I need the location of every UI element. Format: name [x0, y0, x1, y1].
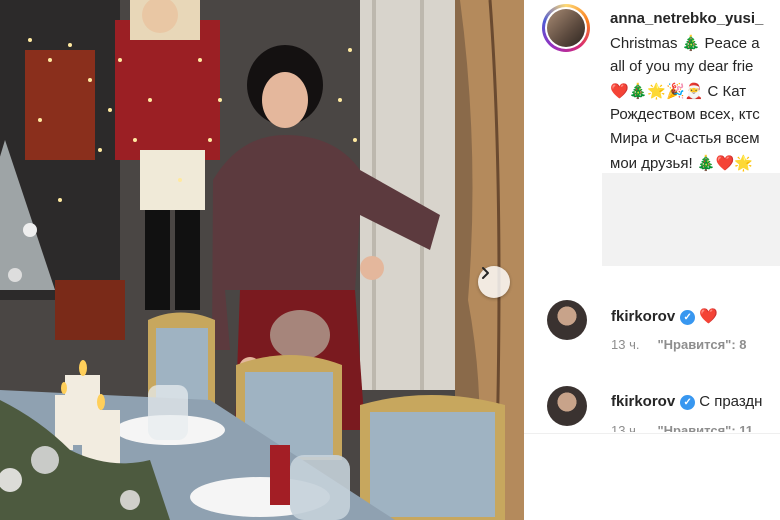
- caption-line: ❤️🎄🌟🎉🎅 С Кат: [610, 83, 747, 100]
- comment-header: fkirkorov ✓ С праздн: [611, 393, 762, 410]
- media-placeholder: [602, 173, 780, 266]
- panel-divider: [524, 433, 780, 434]
- comment-likes[interactable]: "Нравится": 8: [657, 337, 746, 352]
- photo-illustration: [0, 0, 524, 520]
- author-avatar[interactable]: [542, 4, 590, 52]
- caption-line: мои друзья! 🎄❤️🌟: [610, 155, 753, 172]
- caption-line: Christmas 🎄 Peace a: [610, 35, 760, 52]
- next-photo-button[interactable]: [478, 266, 510, 298]
- caption-line: Рождеством всех, ктс: [610, 106, 760, 123]
- verified-badge-icon: ✓: [680, 310, 696, 325]
- caption-line: Мира и Счастья всем: [610, 130, 760, 147]
- commenter-username[interactable]: fkirkorov: [611, 393, 675, 410]
- commenter-avatar[interactable]: [547, 300, 587, 340]
- caption-line: all of you my dear frie: [610, 58, 754, 75]
- chevron-right-icon: [482, 267, 489, 279]
- verified-badge-icon: ✓: [680, 395, 696, 410]
- commenter-avatar[interactable]: [547, 386, 587, 426]
- comment-time: 13 ч.: [611, 337, 640, 352]
- comment-time: 13 ч.: [611, 423, 640, 432]
- comment-meta: 13 ч. "Нравится": 8: [611, 337, 747, 352]
- comment-text: ❤️: [699, 308, 718, 325]
- comment-text: С праздн: [699, 393, 763, 410]
- post-photo[interactable]: [0, 0, 524, 520]
- author-username[interactable]: anna_netrebko_yusi_: [610, 10, 763, 27]
- post-caption: anna_netrebko_yusi_ Christmas 🎄 Peace a …: [542, 0, 780, 200]
- comment-meta: 13 ч. "Нравится": 11: [611, 423, 753, 432]
- comment-likes[interactable]: "Нравится": 11: [657, 423, 753, 432]
- comment-header: fkirkorov ✓ ❤️: [611, 307, 718, 325]
- commenter-username[interactable]: fkirkorov: [611, 308, 675, 325]
